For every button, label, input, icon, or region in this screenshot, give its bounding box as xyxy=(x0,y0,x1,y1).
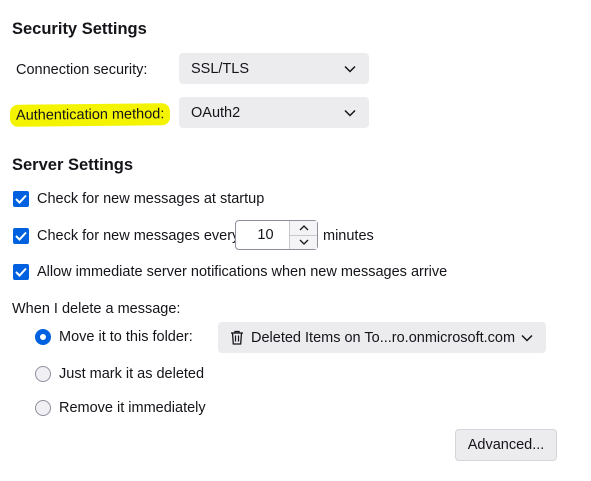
check-every-checkbox[interactable] xyxy=(13,228,29,244)
server-settings-title: Server Settings xyxy=(12,156,134,174)
check-interval-input[interactable]: 10 xyxy=(235,220,318,250)
check-startup-label[interactable]: Check for new messages at startup xyxy=(37,190,264,208)
check-startup-checkbox[interactable] xyxy=(13,191,29,207)
remove-immediately-label[interactable]: Remove it immediately xyxy=(59,399,206,417)
authentication-method-dropdown[interactable]: OAuth2 xyxy=(179,97,369,128)
authentication-method-value: OAuth2 xyxy=(191,104,241,121)
increment-button[interactable] xyxy=(290,221,317,236)
mark-deleted-label[interactable]: Just mark it as deleted xyxy=(59,365,204,383)
authentication-method-label-wrap: Authentication method: xyxy=(9,103,171,127)
authentication-method-label: Authentication method: xyxy=(9,103,171,127)
checkmark-icon xyxy=(15,194,27,204)
minutes-label: minutes xyxy=(323,228,374,244)
check-interval-value[interactable]: 10 xyxy=(236,227,289,243)
connection-security-value: SSL/TLS xyxy=(191,60,250,77)
decrement-button[interactable] xyxy=(290,235,317,249)
mark-deleted-radio[interactable] xyxy=(35,366,51,382)
chevron-up-icon xyxy=(299,224,308,231)
chevron-down-icon xyxy=(299,239,308,246)
delete-folder-dropdown[interactable]: Deleted Items on To...ro.onmicrosoft.com xyxy=(218,322,546,353)
chevron-down-icon xyxy=(343,62,357,76)
security-settings-title: Security Settings xyxy=(12,20,147,38)
check-interval-stepper[interactable] xyxy=(289,221,317,249)
delete-folder-value: Deleted Items on To...ro.onmicrosoft.com xyxy=(251,329,516,346)
advanced-button[interactable]: Advanced... xyxy=(455,429,557,461)
checkmark-icon xyxy=(15,231,27,241)
move-to-folder-radio[interactable] xyxy=(35,329,51,345)
allow-notifications-label[interactable]: Allow immediate server notifications whe… xyxy=(37,263,447,281)
connection-security-label: Connection security: xyxy=(16,62,148,78)
checkmark-icon xyxy=(15,267,27,277)
move-to-folder-label[interactable]: Move it to this folder: xyxy=(59,328,193,346)
chevron-down-icon xyxy=(343,106,357,120)
allow-notifications-checkbox[interactable] xyxy=(13,264,29,280)
chevron-down-icon xyxy=(520,331,534,345)
check-every-label[interactable]: Check for new messages every xyxy=(37,227,239,245)
delete-message-label: When I delete a message: xyxy=(12,301,181,317)
connection-security-dropdown[interactable]: SSL/TLS xyxy=(179,53,369,84)
trash-icon xyxy=(230,330,246,346)
remove-immediately-radio[interactable] xyxy=(35,400,51,416)
